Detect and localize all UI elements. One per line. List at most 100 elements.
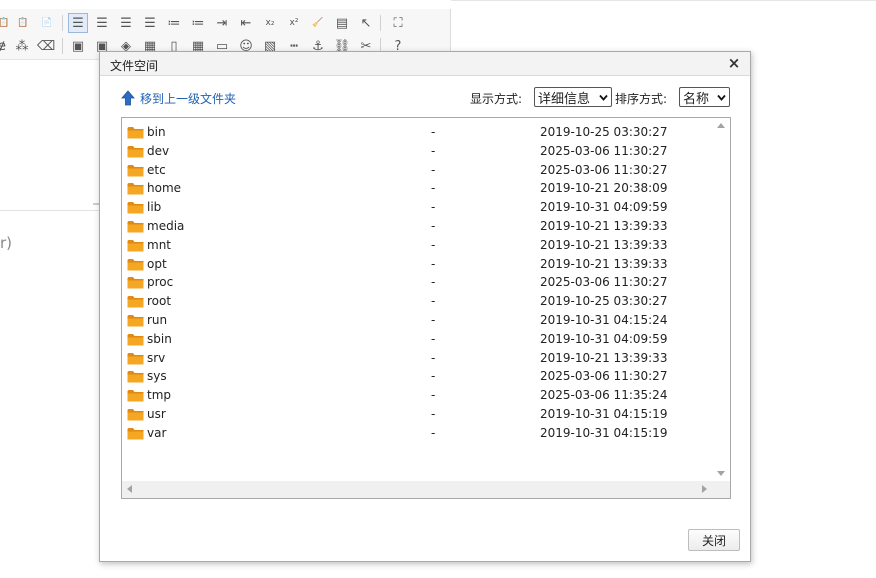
align-left-icon[interactable]: ☰	[68, 13, 88, 33]
insert-image-icon[interactable]: ▣	[68, 36, 88, 56]
file-row[interactable]: lib - 2019-10-31 04:09:59	[122, 198, 715, 217]
strikethrough-icon[interactable]: ɇ	[0, 36, 12, 56]
file-size: -	[431, 406, 436, 421]
file-size: -	[431, 425, 436, 440]
align-justify-icon[interactable]: ☰	[140, 13, 160, 33]
file-size: -	[431, 218, 436, 233]
file-row[interactable]: etc - 2025-03-06 11:30:27	[122, 161, 715, 180]
scroll-left-icon[interactable]	[127, 485, 132, 493]
vertical-scrollbar[interactable]	[713, 118, 730, 481]
fullscreen-icon[interactable]: ⛶	[388, 13, 408, 33]
file-name: run	[147, 312, 168, 327]
go-up-folder-label: 移到上一级文件夹	[140, 91, 237, 106]
file-name: opt	[147, 256, 167, 271]
file-name: lib	[147, 200, 162, 215]
dialog-title: 文件空间	[110, 59, 159, 73]
file-row[interactable]: srv - 2019-10-21 13:39:33	[122, 349, 715, 368]
folder-icon	[127, 201, 144, 214]
subscript-icon[interactable]: x₂	[260, 13, 280, 33]
toolbar-separator	[380, 15, 381, 31]
file-row[interactable]: mnt - 2019-10-21 13:39:33	[122, 236, 715, 255]
paste-icon[interactable]: 📋	[0, 13, 14, 33]
folder-icon	[127, 370, 144, 383]
file-row[interactable]: proc - 2025-03-06 11:30:27	[122, 273, 715, 292]
folder-icon	[127, 295, 144, 308]
dialog-titlebar[interactable]: 文件空间 ×	[100, 52, 750, 76]
file-size: -	[431, 294, 436, 309]
file-row[interactable]: tmp - 2025-03-06 11:35:24	[122, 386, 715, 405]
cursor-icon[interactable]: ↖	[356, 13, 376, 33]
file-row[interactable]: media - 2019-10-21 13:39:33	[122, 217, 715, 236]
file-name: tmp	[147, 388, 172, 403]
file-list: bin - 2019-10-25 03:30:27 dev - 2025-03-06 11…	[122, 123, 715, 443]
clear-format-icon[interactable]: 🧹	[308, 13, 328, 33]
file-space-dialog: 文件空间 × 移到上一级文件夹 显示方式: 详细信息 排序方式: 名称 bin -…	[99, 51, 751, 562]
file-name: var	[147, 425, 167, 440]
file-date: 2019-10-31 04:09:59	[540, 200, 668, 215]
unordered-list-icon[interactable]: ≔	[188, 13, 208, 33]
ordered-list-icon[interactable]: ≔	[164, 13, 184, 33]
file-size: -	[431, 181, 436, 196]
file-row[interactable]: home - 2019-10-21 20:38:09	[122, 179, 715, 198]
file-date: 2019-10-21 13:39:33	[540, 237, 668, 252]
folder-icon	[127, 126, 144, 139]
paste-text-icon[interactable]: 📋	[13, 13, 33, 33]
paste-word-icon[interactable]: 📄	[37, 13, 57, 33]
superscript-icon[interactable]: x²	[284, 13, 304, 33]
file-date: 2019-10-25 03:30:27	[540, 125, 668, 139]
file-date: 2019-10-31 04:15:19	[540, 425, 668, 440]
file-row[interactable]: root - 2019-10-25 03:30:27	[122, 292, 715, 311]
file-row[interactable]: bin - 2019-10-25 03:30:27	[122, 123, 715, 142]
folder-icon	[127, 314, 144, 327]
folder-icon	[127, 276, 144, 289]
align-right-icon[interactable]: ☰	[116, 13, 136, 33]
file-name: dev	[147, 143, 170, 158]
folder-icon	[127, 389, 144, 402]
file-date: 2025-03-06 11:35:24	[540, 388, 668, 403]
editor-divider	[0, 210, 100, 211]
indent-icon[interactable]: ⇥	[212, 13, 232, 33]
file-row[interactable]: dev - 2025-03-06 11:30:27	[122, 142, 715, 161]
file-row[interactable]: run - 2019-10-31 04:15:24	[122, 311, 715, 330]
file-name: proc	[147, 275, 174, 290]
close-button[interactable]: 关闭	[688, 529, 740, 551]
folder-icon	[127, 220, 144, 233]
folder-icon	[127, 333, 144, 346]
sort-mode-value: 名称	[683, 91, 710, 107]
file-size: -	[431, 275, 436, 290]
file-date: 2019-10-31 04:09:59	[540, 331, 668, 346]
file-size: -	[431, 369, 436, 384]
select-all-icon[interactable]: ▤	[332, 13, 352, 33]
file-date: 2025-03-06 11:30:27	[540, 143, 668, 158]
horizontal-rule-icon[interactable]: ⁂	[12, 36, 32, 56]
view-mode-select[interactable]: 详细信息	[534, 87, 612, 107]
file-date: 2019-10-21 13:39:33	[540, 350, 668, 365]
file-row[interactable]: usr - 2019-10-31 04:15:19	[122, 405, 715, 424]
folder-icon	[127, 408, 144, 421]
file-row[interactable]: opt - 2019-10-21 13:39:33	[122, 255, 715, 274]
eraser-icon[interactable]: ⌫	[36, 36, 56, 56]
go-up-folder-link[interactable]: 移到上一级文件夹	[121, 89, 236, 107]
align-center-icon[interactable]: ☰	[92, 13, 112, 33]
scroll-right-icon[interactable]	[702, 485, 707, 493]
file-size: -	[431, 237, 436, 252]
file-row[interactable]: var - 2019-10-31 04:15:19	[122, 424, 715, 443]
file-size: -	[431, 162, 436, 177]
arrow-up-icon	[121, 90, 135, 106]
dialog-close-icon[interactable]: ×	[726, 55, 742, 71]
sort-mode-select[interactable]: 名称	[679, 87, 730, 107]
file-list-box: bin - 2019-10-25 03:30:27 dev - 2025-03-06 11…	[121, 117, 731, 499]
horizontal-scrollbar[interactable]	[122, 481, 730, 498]
file-name: srv	[147, 350, 166, 365]
file-row[interactable]: sys - 2025-03-06 11:30:27	[122, 367, 715, 386]
outdent-icon[interactable]: ⇤	[236, 13, 256, 33]
editor-content-fragment[interactable]: r)	[0, 234, 12, 252]
toolbar-separator	[62, 15, 63, 31]
scroll-down-icon[interactable]	[717, 471, 725, 476]
toolbar-separator	[62, 38, 63, 54]
file-row[interactable]: sbin - 2019-10-31 04:09:59	[122, 330, 715, 349]
scroll-up-icon[interactable]	[717, 123, 725, 128]
view-mode-value: 详细信息	[538, 91, 591, 107]
sort-mode-label: 排序方式:	[615, 92, 668, 106]
folder-icon	[127, 239, 144, 252]
